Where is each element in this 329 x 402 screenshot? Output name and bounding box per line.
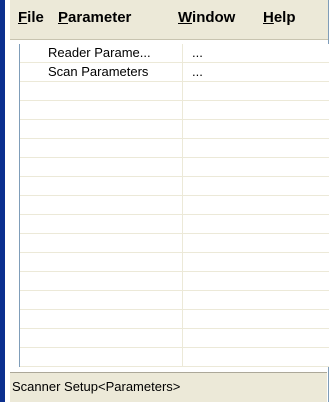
empty-row: [20, 158, 329, 177]
empty-row: [20, 177, 329, 196]
list-item-name: Reader Parame...: [48, 45, 151, 60]
empty-row: [20, 196, 329, 215]
status-bar: Scanner Setup<Parameters>: [10, 372, 327, 402]
empty-row: [20, 253, 329, 272]
menu-help[interactable]: Help: [263, 9, 296, 26]
list-item-scan-parameters[interactable]: Scan Parameters ...: [20, 63, 329, 82]
menu-parameter[interactable]: Parameter: [58, 9, 131, 26]
list-item-value: ...: [192, 45, 203, 60]
empty-row: [20, 82, 329, 101]
empty-row: [20, 310, 329, 329]
menu-file[interactable]: File: [18, 9, 44, 26]
empty-row: [20, 291, 329, 310]
parameter-list: Reader Parame... ... Scan Parameters ...: [19, 44, 329, 367]
list-item-name: Scan Parameters: [48, 64, 149, 79]
empty-row: [20, 120, 329, 139]
empty-row: [20, 101, 329, 120]
app-window: File Parameter Window Help Reader Parame…: [0, 0, 329, 402]
menu-bar: File Parameter Window Help: [10, 0, 328, 40]
empty-row: [20, 215, 329, 234]
empty-row: [20, 348, 329, 367]
list-item-value: ...: [192, 64, 203, 79]
menu-window[interactable]: Window: [178, 9, 235, 26]
empty-row: [20, 139, 329, 158]
empty-row: [20, 272, 329, 291]
empty-row: [20, 329, 329, 348]
list-item-reader-parameters[interactable]: Reader Parame... ...: [20, 44, 329, 63]
empty-row: [20, 234, 329, 253]
